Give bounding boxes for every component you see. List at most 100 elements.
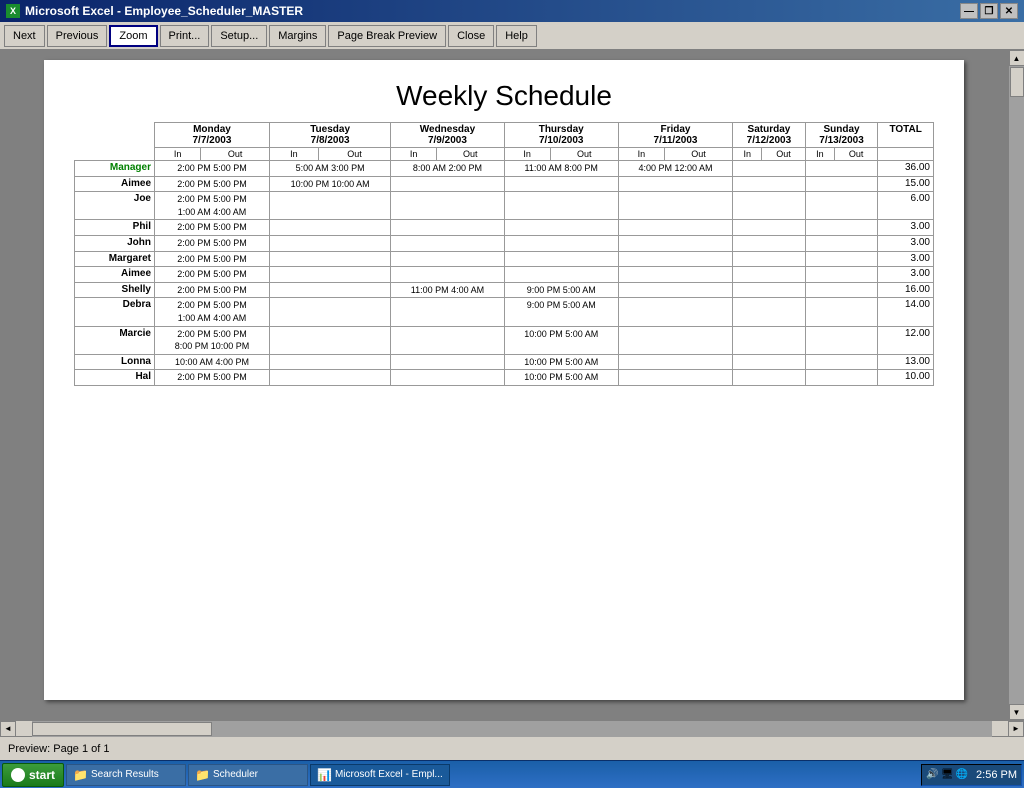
mon-time: 2:00 PM 5:00 PM	[155, 176, 270, 192]
scroll-right-button[interactable]: ►	[1008, 721, 1024, 737]
start-icon	[11, 768, 25, 782]
thu-time	[504, 251, 618, 267]
wed-time	[391, 370, 504, 386]
fri-time	[618, 176, 732, 192]
close-button[interactable]: Close	[448, 25, 494, 47]
scroll-up-button[interactable]: ▲	[1009, 50, 1024, 66]
thu-time	[504, 267, 618, 283]
mon-time: 2:00 PM 5:00 PM	[155, 235, 270, 251]
sat-time	[733, 298, 806, 326]
thu-in-header: In	[504, 148, 550, 161]
table-row: Joe 2:00 PM 5:00 PM1:00 AM 4:00 AM 6.00	[75, 192, 934, 220]
tue-time	[269, 282, 390, 298]
toolbar: Next Previous Zoom Print... Setup... Mar…	[0, 22, 1024, 50]
tue-time: 5:00 AM 3:00 PM	[269, 161, 390, 177]
previous-button[interactable]: Previous	[47, 25, 108, 47]
zoom-button[interactable]: Zoom	[109, 25, 157, 47]
wed-time: 8:00 AM 2:00 PM	[391, 161, 504, 177]
table-row: John 2:00 PM 5:00 PM 3.00	[75, 235, 934, 251]
sun-time	[805, 282, 878, 298]
thu-time: 10:00 PM 5:00 AM	[504, 370, 618, 386]
total-value: 3.00	[878, 235, 934, 251]
fri-time	[618, 326, 732, 354]
mon-time: 2:00 PM 5:00 PM8:00 PM 10:00 PM	[155, 326, 270, 354]
wed-time: 11:00 PM 4:00 AM	[391, 282, 504, 298]
margins-button[interactable]: Margins	[269, 25, 326, 47]
total-value: 3.00	[878, 251, 934, 267]
print-button[interactable]: Print...	[160, 25, 210, 47]
scroll-thumb[interactable]	[1010, 67, 1024, 97]
employee-name: Hal	[75, 370, 155, 386]
thu-time	[504, 192, 618, 220]
tuesday-header: Tuesday7/8/2003	[269, 123, 390, 148]
fri-time	[618, 370, 732, 386]
main-area: Weekly Schedule Monday7/7/2003 Tuesday7/…	[0, 50, 1024, 720]
taskbar-item-search[interactable]: 📁 Search Results	[66, 764, 186, 786]
schedule-table: Monday7/7/2003 Tuesday7/8/2003 Wednesday…	[74, 122, 934, 386]
table-row: Margaret 2:00 PM 5:00 PM 3.00	[75, 251, 934, 267]
mon-time: 2:00 PM 5:00 PM1:00 AM 4:00 AM	[155, 192, 270, 220]
thu-out-header: Out	[550, 148, 618, 161]
minimize-button[interactable]: —	[960, 3, 978, 19]
sun-time	[805, 220, 878, 236]
tue-time	[269, 220, 390, 236]
scroll-track	[1009, 66, 1024, 704]
schedule-title: Weekly Schedule	[74, 80, 934, 112]
taskbar-item-scheduler[interactable]: 📁 Scheduler	[188, 764, 308, 786]
maximize-button[interactable]: ❐	[980, 3, 998, 19]
scroll-down-button[interactable]: ▼	[1009, 704, 1024, 720]
sun-time	[805, 192, 878, 220]
friday-header: Friday7/11/2003	[618, 123, 732, 148]
sun-time	[805, 370, 878, 386]
setup-button[interactable]: Setup...	[211, 25, 267, 47]
sys-icon-3: 🌐	[956, 769, 968, 780]
horizontal-scrollbar[interactable]: ◄ ►	[0, 720, 1024, 736]
tue-time	[269, 192, 390, 220]
sat-in-header: In	[733, 148, 762, 161]
tue-time	[269, 251, 390, 267]
table-row: Phil 2:00 PM 5:00 PM 3.00	[75, 220, 934, 236]
status-text: Preview: Page 1 of 1	[8, 743, 110, 755]
total-value: 36.00	[878, 161, 934, 177]
mon-time: 2:00 PM 5:00 PM	[155, 267, 270, 283]
fri-time	[618, 282, 732, 298]
mon-time: 2:00 PM 5:00 PM	[155, 220, 270, 236]
scroll-left-button[interactable]: ◄	[0, 721, 16, 737]
pagebreak-button[interactable]: Page Break Preview	[328, 25, 446, 47]
sun-time	[805, 176, 878, 192]
wed-time	[391, 220, 504, 236]
wed-time	[391, 267, 504, 283]
employee-name: Aimee	[75, 267, 155, 283]
preview-content[interactable]: Weekly Schedule Monday7/7/2003 Tuesday7/…	[0, 50, 1008, 720]
table-row: Lonna 10:00 AM 4:00 PM 10:00 PM 5:00 AM …	[75, 354, 934, 370]
fri-time	[618, 220, 732, 236]
mon-time: 10:00 AM 4:00 PM	[155, 354, 270, 370]
title-bar-text: Microsoft Excel - Employee_Scheduler_MAS…	[25, 4, 303, 18]
wed-time	[391, 298, 504, 326]
start-button[interactable]: start	[2, 763, 64, 787]
help-button[interactable]: Help	[496, 25, 537, 47]
thursday-header: Thursday7/10/2003	[504, 123, 618, 148]
thu-time: 10:00 PM 5:00 AM	[504, 326, 618, 354]
sunday-header: Sunday7/13/2003	[805, 123, 878, 148]
thu-time: 9:00 PM 5:00 AM	[504, 282, 618, 298]
taskbar-item-excel[interactable]: 📊 Microsoft Excel - Empl...	[310, 764, 450, 786]
hscroll-thumb[interactable]	[32, 722, 212, 736]
folder-icon: 📁	[195, 768, 210, 782]
excel-icon: 📊	[317, 768, 332, 782]
sys-icon-2: 🖥	[941, 769, 954, 780]
thu-time: 11:00 AM 8:00 PM	[504, 161, 618, 177]
title-bar-icon: X	[6, 4, 20, 18]
taskbar-item-label: Scheduler	[213, 769, 258, 780]
wed-time	[391, 354, 504, 370]
wed-time	[391, 326, 504, 354]
table-row: Hal 2:00 PM 5:00 PM 10:00 PM 5:00 AM 10.…	[75, 370, 934, 386]
next-button[interactable]: Next	[4, 25, 45, 47]
fri-time	[618, 298, 732, 326]
mon-time: 2:00 PM 5:00 PM	[155, 282, 270, 298]
vertical-scrollbar[interactable]: ▲ ▼	[1008, 50, 1024, 720]
close-button[interactable]: ✕	[1000, 3, 1018, 19]
mon-time: 2:00 PM 5:00 PM	[155, 161, 270, 177]
tue-in-header: In	[269, 148, 318, 161]
table-row: Aimee 2:00 PM 5:00 PM 10:00 PM 10:00 AM …	[75, 176, 934, 192]
